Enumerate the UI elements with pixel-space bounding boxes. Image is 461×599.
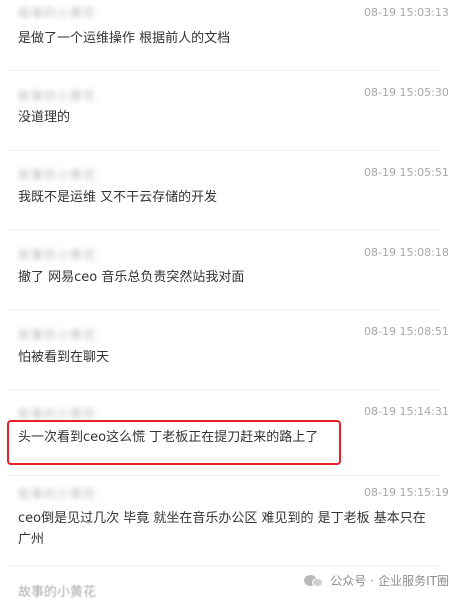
comment-time: 08-19 15:03:13 bbox=[364, 6, 449, 19]
divider bbox=[8, 229, 441, 230]
watermark-prefix: 公众号 bbox=[330, 574, 367, 588]
comment-text: 撤了 网易ceo 音乐总负责突然站我对面 bbox=[18, 270, 245, 285]
comment-author: 故事的小黄花 bbox=[18, 168, 97, 182]
watermark: 公众号 · 企业服务IT圈 bbox=[304, 572, 449, 589]
comment-text: 是做了一个运维操作 根据前人的文档 bbox=[18, 31, 231, 46]
highlight-box bbox=[7, 420, 341, 465]
comment-author: 故事的小黄花 bbox=[18, 248, 97, 262]
divider bbox=[8, 475, 441, 476]
comment-text: 怕被看到在聊天 bbox=[18, 350, 110, 365]
divider bbox=[8, 150, 441, 151]
watermark-name: 企业服务IT圈 bbox=[378, 574, 449, 588]
comment-author: 故事的小黄花 bbox=[18, 6, 97, 20]
comment-time: 08-19 15:15:19 bbox=[364, 486, 449, 499]
comment-time: 08-19 15:05:51 bbox=[364, 166, 449, 179]
divider bbox=[8, 565, 441, 566]
comment-time: 08-19 15:08:18 bbox=[364, 246, 449, 259]
comment-author: 故事的小黄花 bbox=[18, 487, 97, 501]
comment-time: 08-19 15:14:31 bbox=[364, 405, 449, 418]
divider bbox=[8, 70, 441, 71]
comment-time: 08-19 15:05:30 bbox=[364, 86, 449, 99]
comment-text: ceo倒是见过几次 毕竟 就坐在音乐办公区 难见到的 是丁老板 基本只在广州 bbox=[18, 511, 426, 547]
comment-text: 我既不是运维 又不干云存储的开发 bbox=[18, 190, 218, 205]
comment-author: 故事的小黄花 bbox=[18, 89, 97, 103]
divider bbox=[8, 309, 441, 310]
watermark-separator: · bbox=[370, 573, 375, 588]
wechat-icon bbox=[304, 573, 324, 589]
comment-text: 没道理的 bbox=[18, 110, 71, 125]
comment-author: 故事的小黄花 bbox=[18, 328, 97, 342]
divider bbox=[8, 389, 441, 390]
comment-time: 08-19 15:08:51 bbox=[364, 325, 449, 338]
next-comment-author: 故事的小黄花 bbox=[18, 585, 97, 599]
